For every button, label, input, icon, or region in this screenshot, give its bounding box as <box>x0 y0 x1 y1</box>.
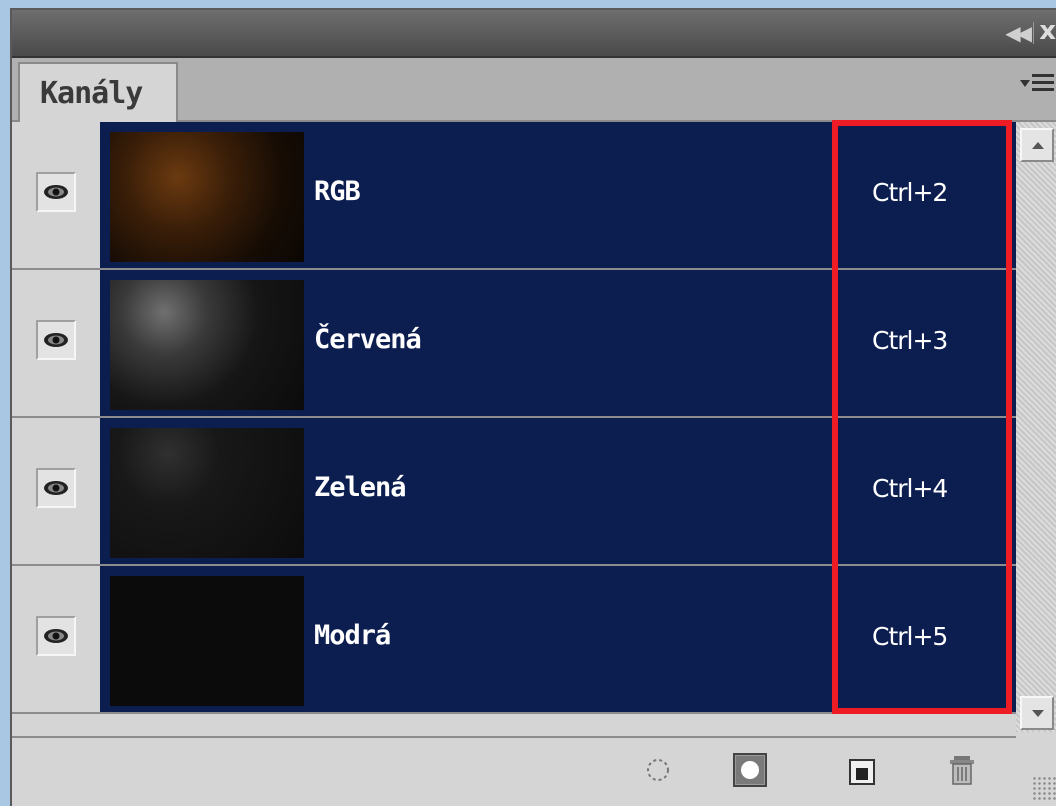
close-icon[interactable]: x <box>1039 16 1056 46</box>
collapse-double-arrow-icon[interactable]: ◀◀ <box>1005 21 1032 45</box>
vertical-scrollbar[interactable] <box>1016 122 1056 732</box>
tab-label: Kanály <box>40 76 143 111</box>
visibility-eye-icon[interactable] <box>36 320 76 360</box>
channel-thumbnail <box>110 428 304 558</box>
scroll-down-arrow-icon[interactable] <box>1020 696 1054 730</box>
panel-titlebar: ◀◀ x <box>12 10 1056 58</box>
titlebar-divider <box>1033 22 1034 44</box>
channel-name: Zelená <box>314 472 407 503</box>
channel-row-blue[interactable]: Modrá Ctrl+5 <box>12 566 1016 714</box>
resize-grip-icon[interactable] <box>1032 776 1056 800</box>
channel-shortcut: Ctrl+2 <box>872 178 948 207</box>
channel-shortcut: Ctrl+4 <box>872 474 948 503</box>
tab-channels[interactable]: Kanály <box>18 62 178 122</box>
channel-row-red[interactable]: Červená Ctrl+3 <box>12 270 1016 418</box>
new-channel-icon[interactable] <box>842 750 882 790</box>
load-channel-as-selection-icon[interactable] <box>638 750 678 790</box>
save-selection-as-channel-icon[interactable] <box>730 750 770 790</box>
row-divider <box>12 712 1016 714</box>
visibility-eye-icon[interactable] <box>36 468 76 508</box>
channel-name: Červená <box>314 324 422 355</box>
channel-thumbnail <box>110 576 304 706</box>
channel-name: Modrá <box>314 620 391 651</box>
scroll-up-arrow-icon[interactable] <box>1020 128 1054 162</box>
channel-name: RGB <box>314 176 361 207</box>
visibility-eye-icon[interactable] <box>36 616 76 656</box>
channel-row-rgb[interactable]: RGB Ctrl+2 <box>12 122 1016 270</box>
panel-menu-icon[interactable] <box>1018 72 1056 102</box>
channel-row-green[interactable]: Zelená Ctrl+4 <box>12 418 1016 566</box>
channel-list: RGB Ctrl+2 Červená Ctrl+3 Zelená Ctrl+4 <box>12 122 1016 720</box>
tab-row: Kanály <box>12 58 1056 122</box>
channel-thumbnail <box>110 132 304 262</box>
channels-panel: ◀◀ x Kanály RGB Ctrl+2 Červená Ctrl+3 Ze… <box>10 8 1056 806</box>
channel-shortcut: Ctrl+3 <box>872 326 948 355</box>
channel-thumbnail <box>110 280 304 410</box>
visibility-eye-icon[interactable] <box>36 172 76 212</box>
channel-shortcut: Ctrl+5 <box>872 622 948 651</box>
panel-footer <box>12 738 1056 806</box>
delete-channel-icon[interactable] <box>942 750 982 790</box>
